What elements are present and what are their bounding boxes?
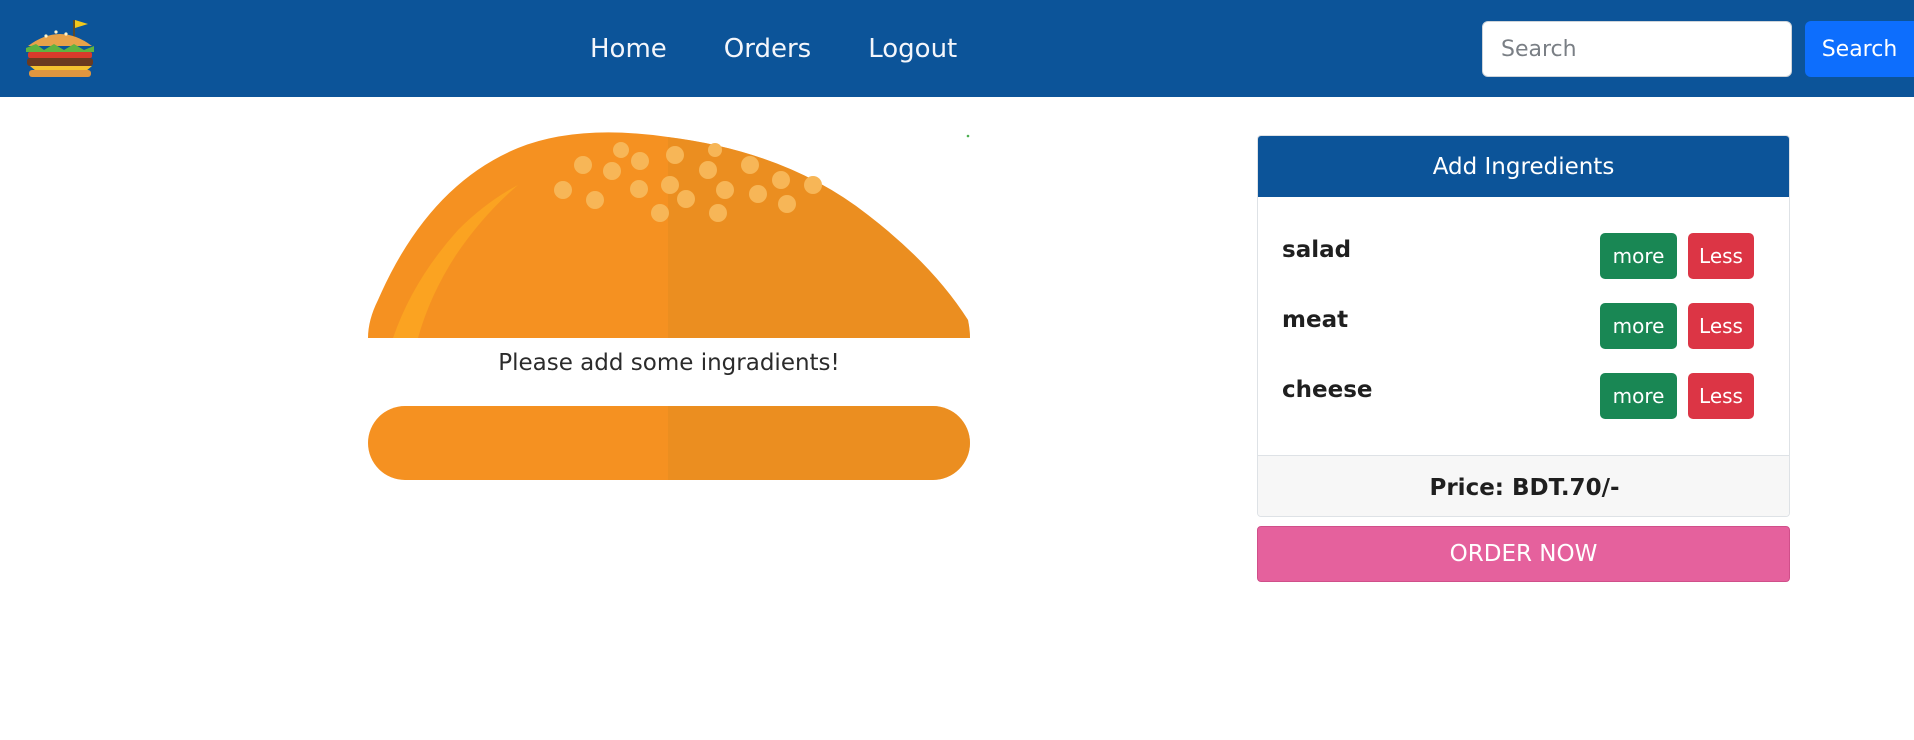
less-salad-button[interactable]: Less xyxy=(1688,233,1754,279)
ingredient-row-cheese: cheese more Less xyxy=(1258,373,1789,419)
nav-links: Home Orders Logout xyxy=(590,0,1014,97)
nav-link-logout[interactable]: Logout xyxy=(868,34,957,64)
burger-bun-graphic xyxy=(368,132,970,480)
ingredients-card: Add Ingredients salad more Less meat mor… xyxy=(1257,135,1790,517)
empty-burger-message: Please add some ingradients! xyxy=(498,350,840,376)
nav-link-home[interactable]: Home xyxy=(590,34,667,64)
burger-logo[interactable] xyxy=(22,18,98,80)
card-title: Add Ingredients xyxy=(1258,136,1789,197)
search-input[interactable] xyxy=(1482,21,1792,77)
navbar: Home Orders Logout Search xyxy=(0,0,1914,97)
ingredient-label: meat xyxy=(1282,307,1349,333)
more-meat-button[interactable]: more xyxy=(1600,303,1677,349)
ingredient-label: cheese xyxy=(1282,377,1373,403)
burger-preview: Please add some ingradients! xyxy=(368,130,970,490)
nav-link-orders[interactable]: Orders xyxy=(724,34,811,64)
less-meat-button[interactable]: Less xyxy=(1688,303,1754,349)
bun-bottom xyxy=(368,406,970,480)
less-cheese-button[interactable]: Less xyxy=(1688,373,1754,419)
more-salad-button[interactable]: more xyxy=(1600,233,1677,279)
bun-top xyxy=(368,132,970,338)
search-button[interactable]: Search xyxy=(1805,21,1914,77)
ingredient-row-meat: meat more Less xyxy=(1258,303,1789,349)
ingredient-row-salad: salad more Less xyxy=(1258,233,1789,279)
price-display: Price: BDT.70/- xyxy=(1258,455,1789,516)
more-cheese-button[interactable]: more xyxy=(1600,373,1677,419)
ingredient-label: salad xyxy=(1282,237,1352,263)
order-now-button[interactable]: ORDER NOW xyxy=(1257,526,1790,582)
